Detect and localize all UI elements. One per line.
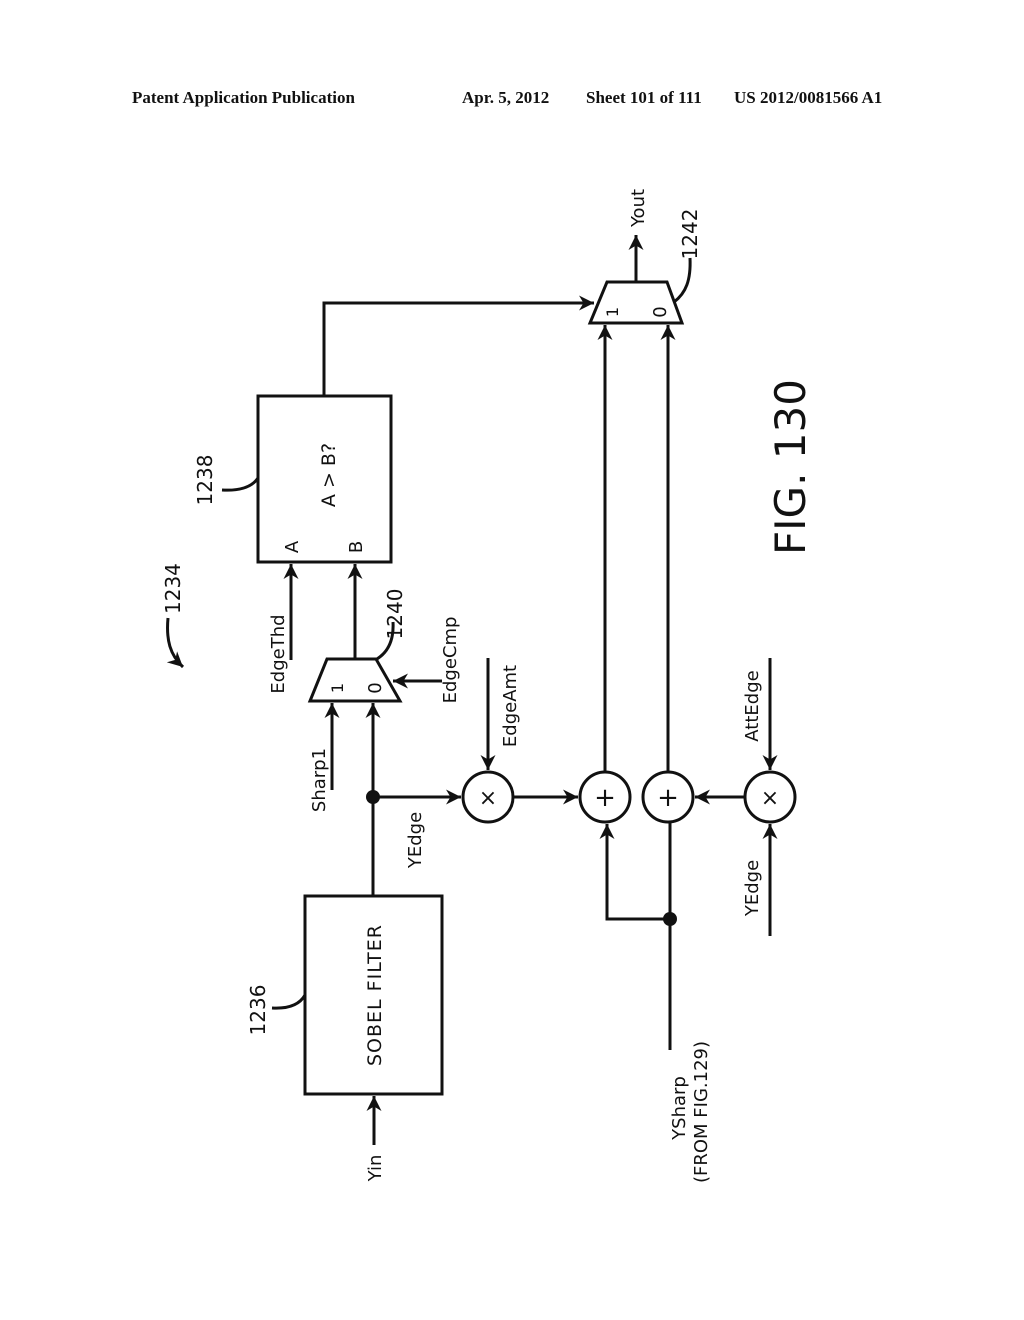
circuit-diagram: 1234 SOBEL FILTER 1236 Yin YEdge Sharp1 … (161, 189, 815, 1183)
comparator-input-b-label: B (346, 541, 367, 553)
comparator-label: A > B? (318, 443, 340, 507)
output-mux-ref-leader (673, 257, 692, 304)
edgeamt-label: EdgeAmt (500, 665, 521, 747)
multiplier-2-symbol: × (761, 786, 779, 811)
edge-mux-input-1-label: 1 (328, 683, 347, 693)
edgecmp-label: EdgeCmp (440, 617, 461, 704)
multiplier-1-symbol: × (479, 786, 497, 811)
adder-2: + (641, 770, 695, 824)
adder-1: + (578, 770, 632, 824)
figure-reference: 1234 (161, 563, 185, 669)
yin-label: Yin (365, 1155, 386, 1183)
attedge-label: AttEdge (742, 670, 763, 741)
comparator-input-a-label: A (282, 540, 303, 553)
ysharp-source-label: (FROM FIG.129) (691, 1041, 712, 1183)
comparator-block: A > B? A B 1238 (193, 394, 393, 564)
figure-label: FIG. 130 (766, 379, 815, 555)
edge-mux-ref-label: 1240 (383, 589, 407, 640)
figure-ref-arrow (166, 617, 185, 669)
sobel-filter-block: SOBEL FILTER 1236 (246, 894, 444, 1096)
sobel-ref-leader (271, 994, 307, 1010)
adder-2-symbol: + (657, 783, 679, 813)
yedge2-label: YEdge (742, 860, 763, 917)
output-mux-input-1-label: 1 (603, 307, 622, 317)
output-mux-ref-label: 1242 (678, 209, 702, 260)
comparator-to-mux-select-line (322, 295, 594, 396)
ysharp-label: YSharp (669, 1076, 690, 1141)
output-mux-input-0-label: 0 (650, 306, 671, 317)
comparator-ref-leader (221, 477, 260, 492)
adder-1-symbol: + (594, 783, 616, 813)
figure-ref-label: 1234 (161, 563, 185, 614)
edgethd-label: EdgeThd (268, 614, 289, 693)
comparator-ref-label: 1238 (193, 455, 217, 506)
multiplier-2: × (743, 770, 797, 824)
yedge-label: YEdge (405, 812, 426, 869)
ysharp-to-add1-line (599, 824, 670, 921)
sobel-ref-label: 1236 (246, 985, 270, 1036)
edge-mux-input-0-label: 0 (365, 682, 386, 693)
edge-mux: 1 0 1240 (307, 589, 407, 703)
multiplier-1: × (461, 770, 515, 824)
sobel-filter-label: SOBEL FILTER (364, 924, 386, 1066)
yout-label: Yout (628, 189, 649, 228)
sharp1-label: Sharp1 (309, 748, 330, 812)
edge-mux-shape (307, 657, 403, 703)
